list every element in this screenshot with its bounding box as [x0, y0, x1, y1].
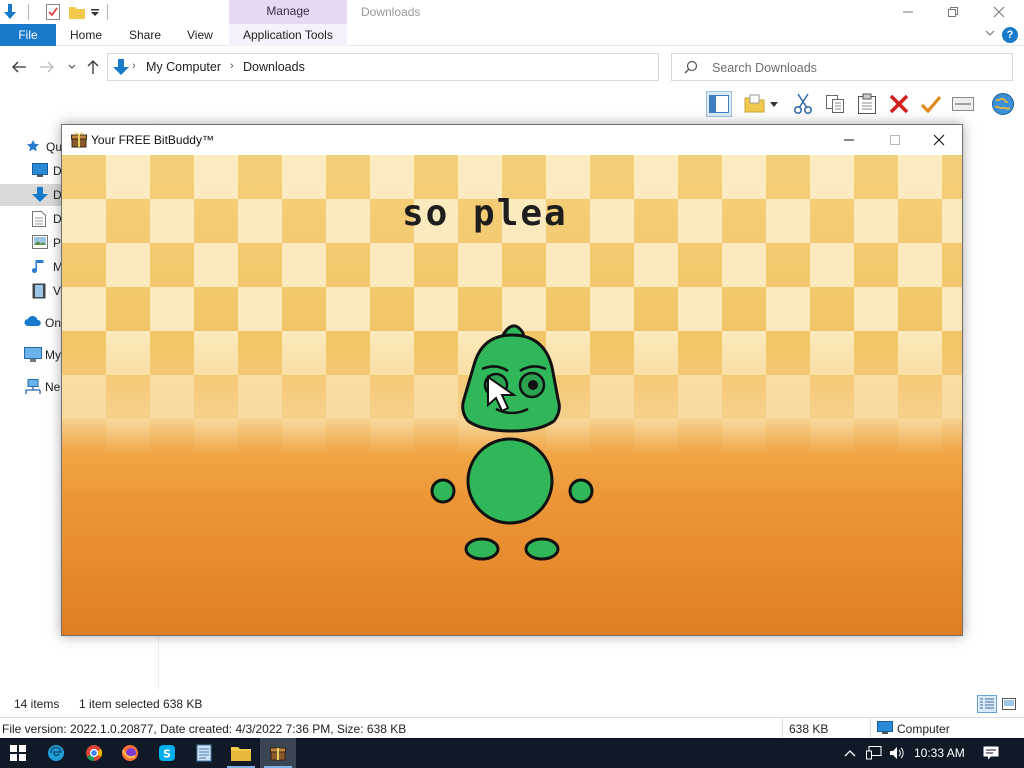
manage-tab[interactable]: Manage — [229, 0, 347, 24]
explorer-titlebar: Manage Downloads — [0, 0, 1024, 24]
recent-locations-button[interactable] — [63, 58, 81, 76]
tab-home[interactable]: Home — [70, 24, 102, 46]
folder-options-icon[interactable] — [742, 91, 768, 117]
selection-info: 1 item selected 638 KB — [79, 697, 203, 711]
taskbar: S 10:33 AM — [0, 738, 1024, 768]
file-details: File version: 2022.1.0.20877, Date creat… — [2, 722, 407, 736]
dropdown-arrow-icon[interactable] — [768, 91, 780, 117]
details-bar: File version: 2022.1.0.20877, Date creat… — [0, 717, 1024, 739]
tab-view[interactable]: View — [187, 24, 213, 46]
details-location: Computer — [897, 722, 950, 736]
search-icon — [684, 60, 700, 76]
edge-icon[interactable] — [38, 738, 74, 768]
back-button[interactable] — [10, 58, 28, 76]
close-button[interactable] — [916, 125, 962, 155]
document-icon — [32, 211, 48, 227]
skype-icon[interactable]: S — [149, 738, 185, 768]
clock[interactable]: 10:33 AM — [914, 746, 965, 760]
video-icon — [32, 283, 48, 299]
details-size: 638 KB — [789, 722, 829, 736]
status-bar: 14 items 1 item selected 638 KB — [0, 694, 1024, 714]
close-button[interactable] — [976, 0, 1022, 24]
cut-icon[interactable] — [790, 91, 816, 117]
nav-label: Qu — [46, 140, 63, 154]
network-status-icon[interactable] — [866, 745, 882, 761]
nav-label: On — [45, 316, 62, 330]
firefox-icon[interactable] — [112, 738, 148, 768]
file-explorer-icon[interactable] — [223, 738, 259, 768]
window-title: Downloads — [361, 5, 421, 19]
star-icon — [26, 139, 42, 155]
bitbuddy-titlebar[interactable]: Your FREE BitBuddy™ — [62, 125, 962, 155]
downloads-icon — [32, 187, 48, 203]
address-row: › My Computer › Downloads Search Downloa… — [0, 50, 1024, 84]
paste-icon[interactable] — [854, 91, 880, 117]
new-folder-icon[interactable] — [69, 4, 85, 20]
maximize-button[interactable] — [872, 125, 918, 155]
chevron-up-icon[interactable] — [842, 745, 858, 761]
minimize-button[interactable] — [826, 125, 872, 155]
gift-box-icon — [71, 132, 87, 148]
bitbuddy-taskbar-icon[interactable] — [260, 738, 296, 768]
minimize-button[interactable] — [885, 0, 931, 24]
downloads-icon — [112, 58, 132, 78]
network-icon — [24, 379, 41, 395]
speech-text: so plea — [402, 193, 568, 234]
properties-icon[interactable] — [45, 4, 61, 20]
svg-text:S: S — [163, 748, 171, 761]
quick-access-toolbar — [0, 2, 108, 22]
tab-application-tools[interactable]: Application Tools — [243, 24, 333, 46]
preview-pane-icon[interactable] — [706, 91, 732, 117]
qat-dropdown-icon[interactable] — [87, 4, 103, 20]
computer-icon — [877, 721, 893, 735]
breadcrumb-downloads[interactable]: Downloads — [243, 60, 305, 74]
pictures-icon — [32, 235, 48, 251]
tab-share[interactable]: Share — [129, 24, 161, 46]
computer-icon — [24, 347, 42, 363]
tab-file[interactable]: File — [0, 24, 56, 46]
delete-icon[interactable] — [886, 91, 912, 117]
ribbon-tabs: File Home Share View Application Tools ? — [0, 24, 1024, 46]
check-icon[interactable] — [918, 91, 944, 117]
rename-icon[interactable] — [950, 91, 976, 117]
chrome-icon[interactable] — [76, 738, 112, 768]
details-divider — [870, 718, 871, 739]
large-icons-view-icon[interactable] — [999, 695, 1019, 713]
breadcrumb-separator-icon[interactable]: › — [230, 60, 234, 72]
notepad-icon[interactable] — [186, 738, 222, 768]
globe-icon[interactable] — [990, 91, 1016, 117]
forward-button[interactable] — [38, 58, 56, 76]
restore-button[interactable] — [930, 0, 976, 24]
nav-label: My — [45, 348, 61, 362]
custom-toolbar — [700, 88, 1024, 120]
bitbuddy-window: Your FREE BitBuddy™ so plea — [61, 124, 963, 636]
breadcrumb-my-computer[interactable]: My Computer — [146, 60, 221, 74]
address-bar[interactable]: › My Computer › Downloads — [107, 53, 758, 81]
breadcrumb-separator-icon[interactable]: › — [132, 60, 136, 72]
item-count: 14 items — [14, 697, 60, 711]
details-divider — [782, 718, 783, 739]
qat-separator — [28, 4, 29, 20]
nav-label: Ne — [45, 380, 61, 394]
search-box[interactable]: Search Downloads — [671, 53, 1013, 81]
copy-icon[interactable] — [822, 91, 848, 117]
green-buddy-character[interactable] — [422, 305, 602, 565]
volume-icon[interactable] — [889, 745, 905, 761]
details-view-icon[interactable] — [977, 695, 997, 713]
search-input[interactable]: Search Downloads — [712, 61, 817, 75]
help-icon[interactable]: ? — [1002, 27, 1018, 43]
cloud-icon — [24, 315, 41, 331]
notification-icon[interactable] — [983, 745, 999, 761]
up-button[interactable] — [84, 58, 102, 76]
bitbuddy-canvas[interactable]: so plea — [62, 155, 962, 635]
download-arrow-icon[interactable] — [2, 4, 18, 20]
qat-separator-2 — [107, 4, 108, 20]
desktop-icon — [32, 163, 48, 179]
bitbuddy-title: Your FREE BitBuddy™ — [91, 133, 214, 147]
chevron-down-icon[interactable] — [984, 27, 998, 41]
windows-start-icon[interactable] — [0, 738, 36, 768]
music-icon — [32, 259, 48, 275]
